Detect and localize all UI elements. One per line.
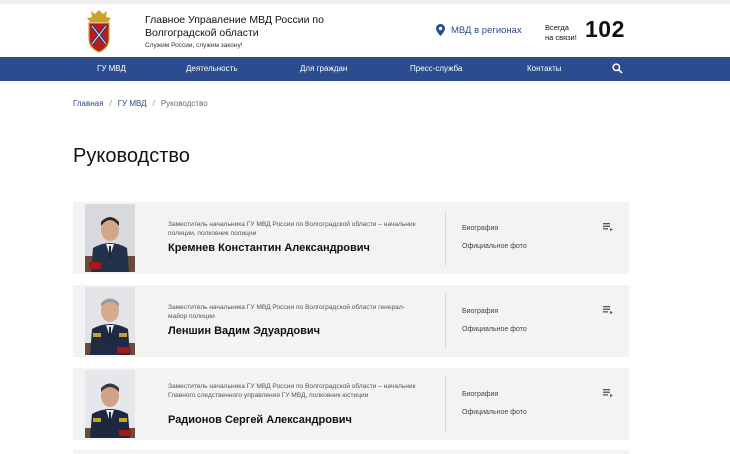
location-pin-icon bbox=[436, 24, 445, 36]
breadcrumb: Главная / ГУ МВД / Руководство bbox=[73, 99, 208, 108]
org-title[interactable]: Главное Управление МВД России по Волгогр… bbox=[145, 14, 345, 40]
always-line-2: на связи! bbox=[545, 33, 577, 42]
breadcrumb-separator: / bbox=[152, 99, 155, 108]
biography-link[interactable]: Биография bbox=[462, 225, 498, 232]
card-divider bbox=[445, 293, 446, 349]
nav-item-contacts[interactable]: Контакты bbox=[527, 57, 562, 81]
always-connected-label: Всегда на связи! bbox=[545, 23, 577, 43]
card-divider bbox=[445, 376, 446, 432]
page-title: Руководство bbox=[73, 145, 190, 167]
list-menu-icon[interactable] bbox=[603, 223, 613, 232]
list-menu-icon[interactable] bbox=[603, 306, 613, 315]
nav-item-gu-mvd[interactable]: ГУ МВД bbox=[97, 57, 126, 81]
regions-link-label: МВД в регионах bbox=[451, 24, 522, 36]
mvd-emblem-icon[interactable] bbox=[81, 8, 117, 54]
emergency-phone[interactable]: 102 bbox=[585, 16, 625, 43]
leader-name[interactable]: Кремнев Константин Александрович bbox=[168, 242, 370, 254]
officer-portrait-icon bbox=[85, 287, 135, 355]
breadcrumb-home[interactable]: Главная bbox=[73, 99, 103, 108]
nav-item-press[interactable]: Пресс-служба bbox=[410, 57, 462, 81]
leader-name[interactable]: Леншин Вадим Эдуардович bbox=[168, 325, 320, 337]
leader-position: Заместитель начальника ГУ МВД России по … bbox=[168, 304, 405, 320]
leader-card-partial bbox=[73, 450, 629, 454]
leader-card: Заместитель начальника ГУ МВД России по … bbox=[73, 285, 629, 357]
breadcrumb-separator: / bbox=[109, 99, 112, 108]
card-divider bbox=[445, 210, 446, 266]
leader-card: Заместитель начальника ГУ МВД России по … bbox=[73, 202, 629, 274]
leader-photo[interactable] bbox=[85, 204, 135, 272]
regions-link[interactable]: МВД в регионах bbox=[436, 24, 522, 36]
top-strip bbox=[0, 0, 730, 4]
officer-portrait-icon bbox=[85, 370, 135, 438]
official-photo-link[interactable]: Официальное фото bbox=[462, 243, 527, 250]
leader-position: Заместитель начальника ГУ МВД России по … bbox=[168, 383, 416, 399]
official-photo-link[interactable]: Официальное фото bbox=[462, 326, 527, 333]
biography-link[interactable]: Биография bbox=[462, 391, 498, 398]
breadcrumb-current: Руководство bbox=[160, 99, 208, 108]
biography-link[interactable]: Биография bbox=[462, 308, 498, 315]
nav-item-citizens[interactable]: Для граждан bbox=[300, 57, 347, 81]
list-menu-icon[interactable] bbox=[603, 389, 613, 398]
leader-photo[interactable] bbox=[85, 370, 135, 438]
nav-item-activity[interactable]: Деятельность bbox=[186, 57, 238, 81]
officer-portrait-icon bbox=[85, 204, 135, 272]
always-line-1: Всегда bbox=[545, 23, 569, 32]
leader-card: Заместитель начальника ГУ МВД России по … bbox=[73, 368, 629, 440]
search-icon[interactable] bbox=[612, 63, 623, 74]
leader-name[interactable]: Радионов Сергей Александрович bbox=[168, 414, 352, 426]
official-photo-link[interactable]: Официальное фото bbox=[462, 409, 527, 416]
leader-photo[interactable] bbox=[85, 287, 135, 355]
main-navbar: ГУ МВД Деятельность Для граждан Пресс-сл… bbox=[0, 57, 730, 81]
leader-position: Заместитель начальника ГУ МВД России по … bbox=[168, 221, 416, 237]
org-motto: Служим России, служим закону! bbox=[145, 42, 243, 49]
breadcrumb-section[interactable]: ГУ МВД bbox=[118, 99, 147, 108]
